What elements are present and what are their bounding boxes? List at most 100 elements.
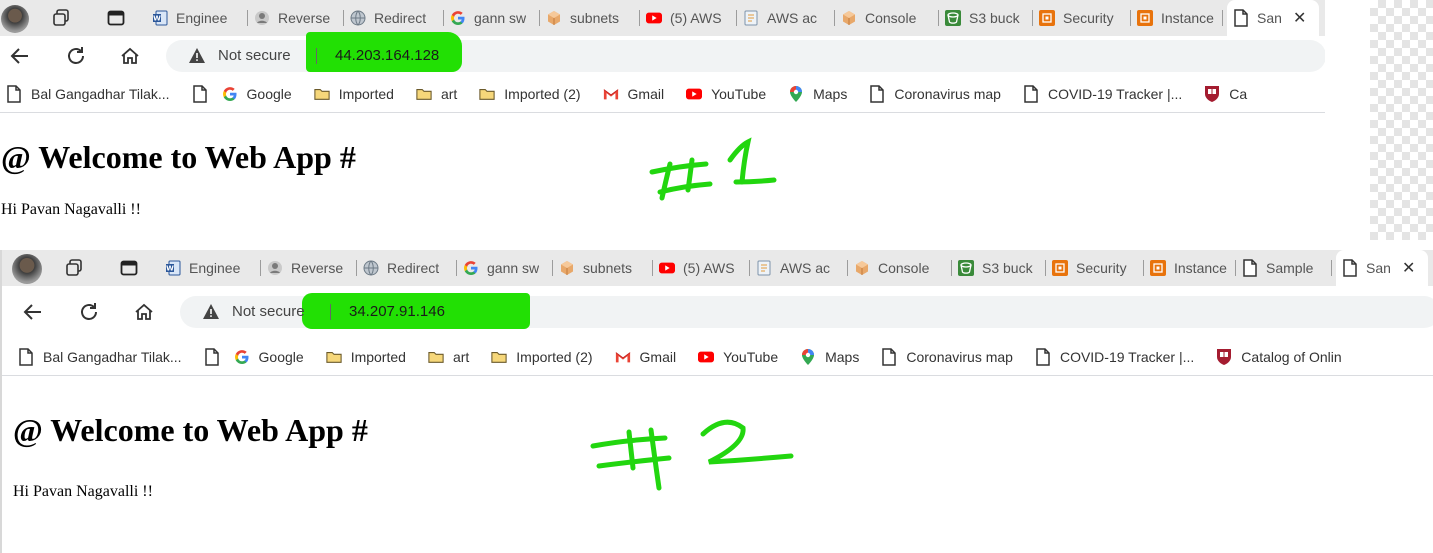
tab-search-icon[interactable] (106, 8, 126, 28)
globe-icon (363, 260, 379, 276)
tab-8[interactable]: S3 buck (952, 250, 1046, 286)
tab-5[interactable]: (5) AWS (653, 250, 750, 286)
tab-10[interactable]: Instance (1144, 250, 1236, 286)
bookmark-6[interactable]: Gmail (615, 349, 676, 365)
tab-groups-icon[interactable] (52, 8, 72, 28)
bookmark-6[interactable]: Gmail (603, 86, 664, 102)
word-doc-icon: W (152, 10, 168, 26)
youtube-icon (698, 349, 715, 365)
bookmark-label: Imported (350, 349, 406, 365)
bookmark-8[interactable]: Maps (788, 86, 847, 102)
transparent-background (1370, 0, 1433, 240)
warning-icon[interactable] (202, 303, 220, 325)
google-icon (463, 260, 479, 276)
tab-9[interactable]: Security (1046, 250, 1144, 286)
bookmark-label: YouTube (711, 86, 767, 102)
not-secure-label[interactable]: Not secure (218, 47, 291, 64)
tab-title: Instance (1174, 260, 1227, 276)
bookmark-10[interactable]: COVID-19 Tracker |... (1023, 85, 1182, 103)
home-icon[interactable] (132, 300, 156, 324)
page-content: @ Welcome to Web App # Hi Pavan Nagavall… (0, 113, 1325, 240)
tab-7[interactable]: Console (835, 0, 939, 36)
warning-icon[interactable] (188, 47, 206, 69)
bookmark-3[interactable]: Imported (314, 86, 394, 102)
profile-avatar[interactable] (12, 254, 42, 284)
youtube-icon (686, 86, 703, 102)
tab-1[interactable]: Reverse (248, 0, 344, 36)
not-secure-label[interactable]: Not secure (232, 303, 305, 320)
youtube-icon (659, 260, 675, 276)
bookmark-9[interactable]: Coronavirus map (881, 348, 1013, 366)
bookmark-0[interactable]: Bal Gangadhar Tilak... (18, 348, 182, 366)
bookmark-5[interactable]: Imported (2) (491, 349, 593, 365)
url-text[interactable]: 34.207.91.146 (349, 303, 445, 320)
bookmark-5[interactable]: Imported (2) (479, 86, 581, 102)
folder-icon (491, 349, 507, 365)
url-text[interactable]: 44.203.164.128 (335, 47, 439, 64)
folder-icon (314, 86, 330, 102)
bookmark-11[interactable]: Ca (1204, 86, 1247, 102)
bookmark-2[interactable]: Google (222, 86, 292, 102)
bookmarks-bar: Bal Gangadhar Tilak... Google Imported art I… (2, 339, 1433, 376)
omnibox[interactable]: Not secure 34.207.91.146 (180, 293, 1433, 329)
tab-groups-icon[interactable] (65, 258, 85, 278)
tab-title: Console (878, 260, 930, 276)
bookmark-1[interactable] (192, 85, 208, 103)
bookmark-11[interactable]: Catalog of Onlin (1216, 349, 1342, 365)
tab-2[interactable]: Redirect (357, 250, 457, 286)
omnibox[interactable]: Not secure 44.203.164.128 (166, 32, 1325, 72)
tab-6[interactable]: AWS ac (737, 0, 835, 36)
tab-title: S3 buck (982, 260, 1033, 276)
ec2-icon (1150, 260, 1166, 276)
gmail-icon (615, 349, 631, 365)
tab-7[interactable]: Console (848, 250, 952, 286)
tab-2[interactable]: Redirect (344, 0, 444, 36)
active-tab[interactable]: San ✕ (1227, 0, 1319, 36)
tab-search-icon[interactable] (119, 258, 139, 278)
bookmark-label: art (440, 86, 458, 102)
back-icon[interactable] (21, 300, 45, 324)
tab-8[interactable]: S3 buck (939, 0, 1033, 36)
tab-1[interactable]: Reverse (261, 250, 357, 286)
maps-icon (800, 349, 816, 365)
profile-avatar[interactable] (1, 5, 29, 33)
reload-icon[interactable] (64, 44, 88, 68)
page-icon (1342, 259, 1358, 277)
tab-4[interactable]: subnets (553, 250, 653, 286)
tab-6[interactable]: AWS ac (750, 250, 848, 286)
tab-0[interactable]: W Enginee (146, 0, 248, 36)
active-tab[interactable]: San ✕ (1336, 250, 1428, 286)
tab-0[interactable]: W Enginee (159, 250, 261, 286)
tab-11[interactable]: Sample (1236, 250, 1332, 286)
bookmark-1[interactable] (204, 348, 220, 366)
bookmark-2[interactable]: Google (234, 349, 304, 365)
tab-title: gann sw (474, 10, 527, 26)
tab-4[interactable]: subnets (540, 0, 640, 36)
bookmark-label: Google (246, 86, 292, 102)
bookmark-4[interactable]: art (428, 349, 469, 365)
tab-9[interactable]: Security (1033, 0, 1131, 36)
page-content: @ Welcome to Web App # Hi Pavan Nagavall… (2, 376, 1433, 553)
reload-icon[interactable] (77, 300, 101, 324)
home-icon[interactable] (118, 44, 142, 68)
tab-10[interactable]: Instance (1131, 0, 1223, 36)
bookmark-4[interactable]: art (416, 86, 457, 102)
tab-title: San (1366, 260, 1391, 276)
back-icon[interactable] (8, 44, 32, 68)
bookmark-7[interactable]: YouTube (686, 86, 766, 102)
bookmark-9[interactable]: Coronavirus map (869, 85, 1001, 103)
tab-title: Redirect (387, 260, 440, 276)
tab-title: Sample (1266, 260, 1314, 276)
s3-icon (958, 260, 974, 276)
close-tab-icon[interactable]: ✕ (1293, 8, 1306, 28)
tab-3[interactable]: gann sw (457, 250, 553, 286)
bookmark-7[interactable]: YouTube (698, 349, 778, 365)
tab-title: Reverse (278, 10, 331, 26)
tab-5[interactable]: (5) AWS (640, 0, 737, 36)
bookmark-8[interactable]: Maps (800, 349, 859, 365)
bookmark-10[interactable]: COVID-19 Tracker |... (1035, 348, 1194, 366)
bookmark-3[interactable]: Imported (326, 349, 406, 365)
tab-3[interactable]: gann sw (444, 0, 540, 36)
close-tab-icon[interactable]: ✕ (1402, 258, 1415, 278)
bookmark-0[interactable]: Bal Gangadhar Tilak... (6, 85, 170, 103)
